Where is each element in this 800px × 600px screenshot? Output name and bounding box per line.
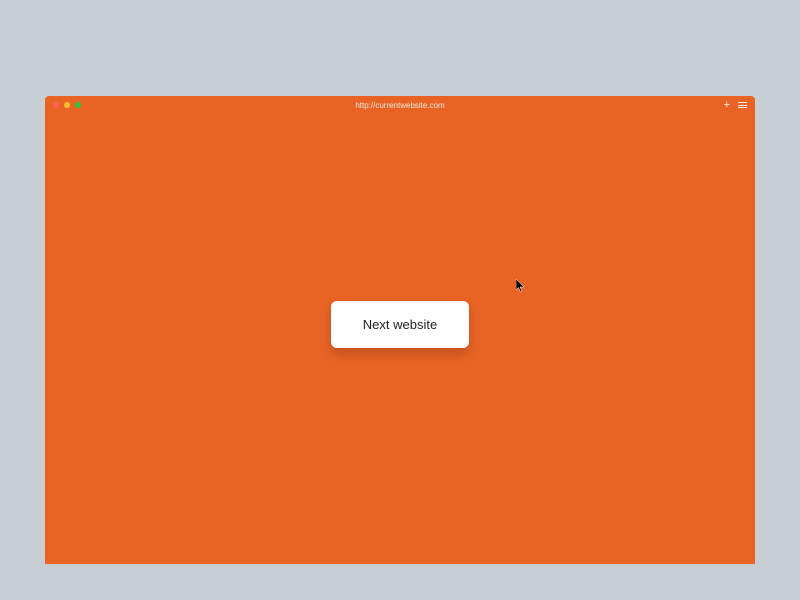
cursor-icon [516, 279, 526, 293]
url-display: http://currentwebsite.com [355, 101, 444, 110]
browser-window: http://currentwebsite.com + Next website [45, 96, 755, 564]
traffic-lights [53, 102, 81, 108]
close-icon[interactable] [53, 102, 59, 108]
maximize-icon[interactable] [75, 102, 81, 108]
title-bar: http://currentwebsite.com + [45, 96, 755, 114]
next-website-button[interactable]: Next website [331, 301, 469, 348]
new-tab-icon[interactable]: + [724, 100, 730, 111]
content-area: Next website [45, 114, 755, 564]
minimize-icon[interactable] [64, 102, 70, 108]
menu-icon[interactable] [738, 102, 747, 108]
title-bar-controls: + [724, 100, 747, 111]
